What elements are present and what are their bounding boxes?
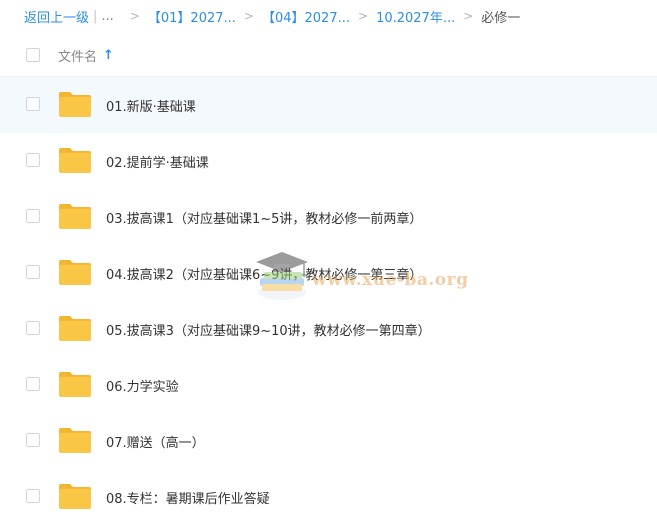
select-all-checkbox[interactable] (26, 48, 40, 62)
folder-icon (59, 484, 91, 509)
row-checkbox[interactable] (26, 321, 40, 335)
breadcrumb-item-3[interactable]: 10.2027年... (376, 7, 455, 26)
column-header-label: 文件名 (58, 49, 98, 65)
row-checkbox[interactable] (26, 433, 40, 447)
file-name[interactable]: 03.拔高课1（对应基础课1~5讲，教材必修一前两章） (106, 208, 422, 227)
chevron-right-icon: > (243, 9, 254, 23)
folder-icon (59, 428, 91, 453)
folder-icon (59, 260, 91, 285)
folder-icon (59, 372, 91, 397)
watermark: www.xue-ba.org (254, 248, 474, 304)
breadcrumb-ellipsis[interactable]: ... (101, 9, 113, 24)
file-name[interactable]: 08.专栏：暑期课后作业答疑 (106, 488, 270, 507)
file-name[interactable]: 02.提前学·基础课 (106, 152, 209, 171)
row-checkbox[interactable] (26, 489, 40, 503)
column-header-filename[interactable]: 文件名 ↑ (58, 46, 114, 65)
back-link[interactable]: 返回上一级 (24, 7, 89, 26)
row-checkbox[interactable] (26, 265, 40, 279)
file-list-header: 文件名 ↑ (0, 34, 657, 77)
list-item[interactable]: 02.提前学·基础课 (0, 133, 657, 189)
list-item[interactable]: 01.新版·基础课 (0, 77, 657, 133)
chevron-right-icon: > (463, 9, 474, 23)
list-item[interactable]: 06.力学实验 (0, 357, 657, 413)
breadcrumb-item-2[interactable]: 【04】2027... (262, 7, 350, 26)
folder-icon (59, 316, 91, 341)
breadcrumb-divider: | (93, 8, 98, 24)
file-name[interactable]: 01.新版·基础课 (106, 96, 196, 115)
breadcrumb: 返回上一级 | ... > 【01】2027... > 【04】2027... … (24, 0, 520, 32)
breadcrumb-current: 必修一 (481, 10, 521, 26)
folder-icon (59, 204, 91, 229)
graduation-cap-books-icon (256, 252, 308, 300)
chevron-right-icon: > (358, 9, 369, 23)
row-checkbox[interactable] (26, 153, 40, 167)
chevron-right-icon: > (129, 9, 140, 23)
file-name[interactable]: 06.力学实验 (106, 376, 179, 395)
list-item[interactable]: 03.拔高课1（对应基础课1~5讲，教材必修一前两章） (0, 189, 657, 245)
folder-icon (59, 92, 91, 117)
folder-icon (59, 148, 91, 173)
list-item[interactable]: 05.拔高课3（对应基础课9~10讲，教材必修一第四章） (0, 301, 657, 357)
row-checkbox[interactable] (26, 97, 40, 111)
watermark-text: www.xue-ba.org (312, 270, 469, 290)
row-checkbox[interactable] (26, 377, 40, 391)
row-checkbox[interactable] (26, 209, 40, 223)
file-name[interactable]: 05.拔高课3（对应基础课9~10讲，教材必修一第四章） (106, 320, 431, 339)
file-name[interactable]: 07.赠送（高一） (106, 432, 205, 451)
arrow-up-icon[interactable]: ↑ (103, 48, 114, 63)
list-item[interactable]: 07.赠送（高一） (0, 413, 657, 469)
list-item[interactable]: 08.专栏：暑期课后作业答疑 (0, 469, 657, 525)
breadcrumb-item-1[interactable]: 【01】2027... (148, 7, 236, 26)
